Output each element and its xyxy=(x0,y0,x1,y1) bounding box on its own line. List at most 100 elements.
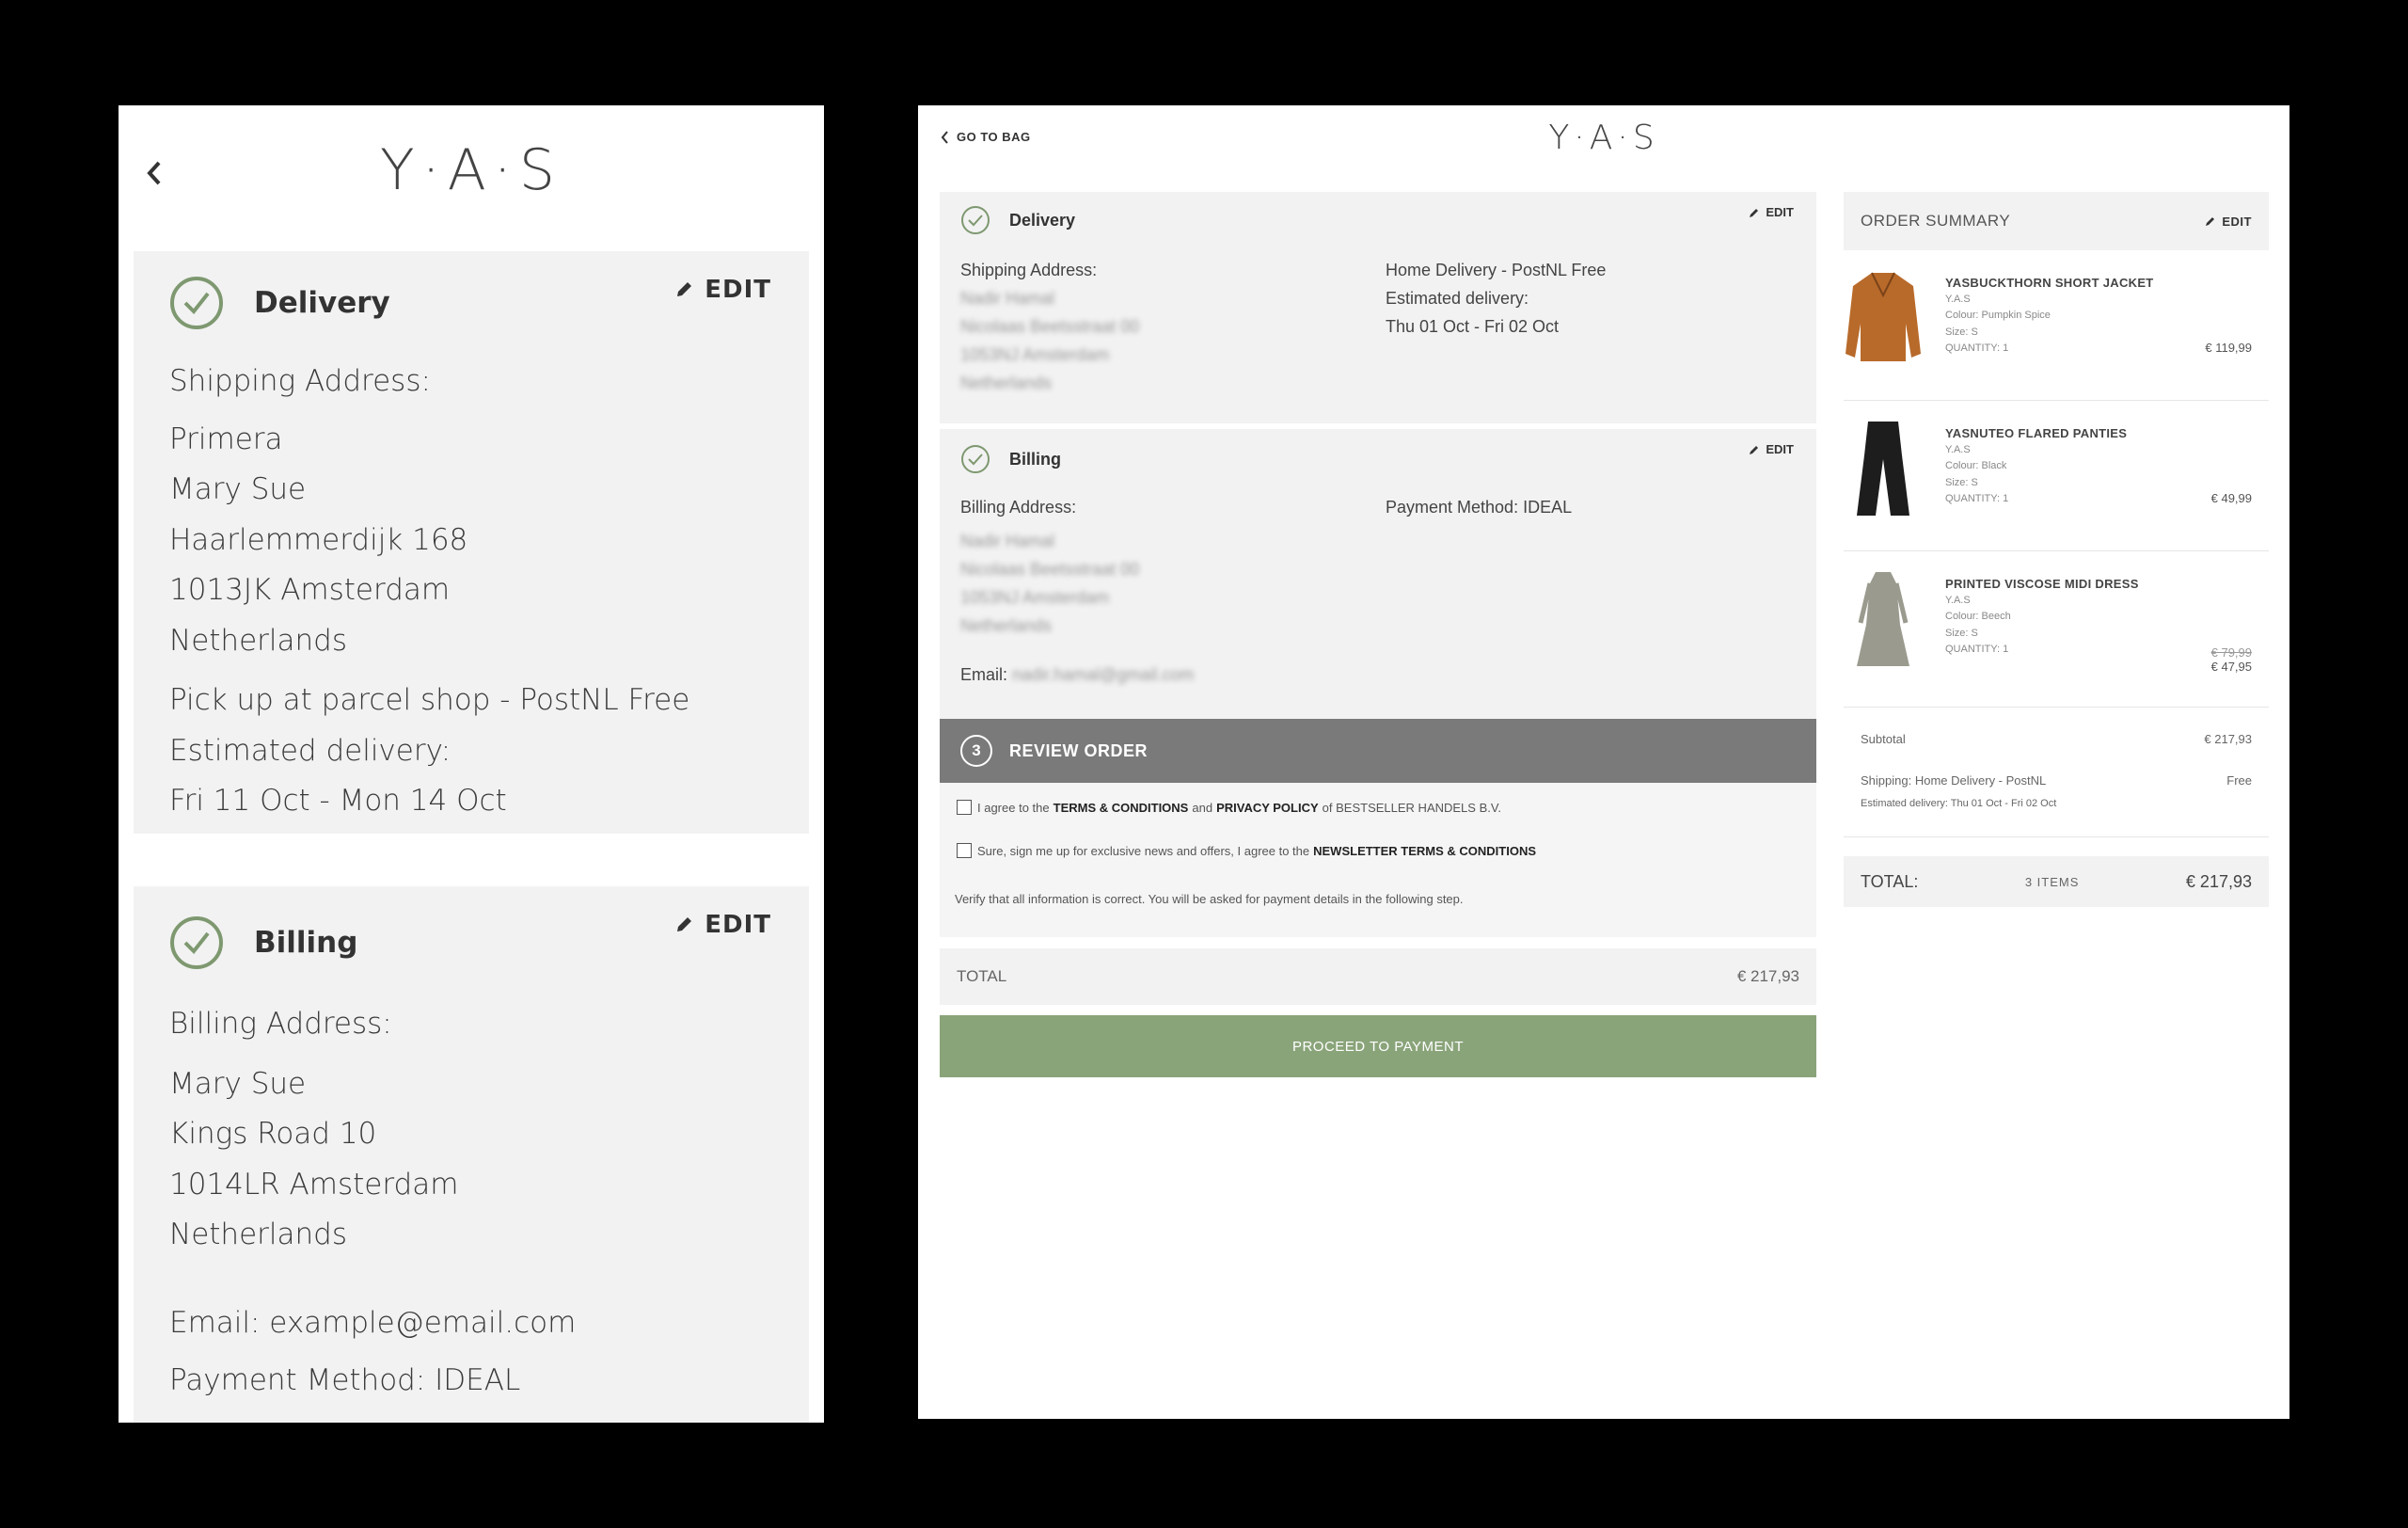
check-circle-icon xyxy=(961,445,990,473)
estimated-delivery-label: Estimated delivery: xyxy=(1386,289,1529,308)
total-value: € 217,93 xyxy=(2185,871,2252,891)
privacy-policy-link[interactable]: PRIVACY POLICY xyxy=(1216,801,1319,815)
order-summary-header: ORDER SUMMARY EDIT xyxy=(1844,192,2269,250)
order-item-info: YASBUCKTHORN SHORT JACKET Y.A.S Colour: … xyxy=(1945,275,2154,358)
order-summary-edit-button[interactable]: EDIT xyxy=(2205,215,2252,229)
billing-address-block: Billing Address: Nadir Hamal Nicolaas Be… xyxy=(960,493,1194,689)
delivery-method: Pick up at parcel shop - PostNL Free xyxy=(169,683,690,717)
order-item: YASBUCKTHORN SHORT JACKET Y.A.S Colour: … xyxy=(1844,250,2269,401)
dress-product-image xyxy=(1857,572,1909,666)
edit-label: EDIT xyxy=(1766,205,1794,219)
item-colour: Colour: Beech xyxy=(1945,611,2011,622)
terms-checkbox[interactable] xyxy=(957,800,972,815)
terms-text: and xyxy=(1192,800,1213,815)
edit-label: EDIT xyxy=(705,276,771,304)
estimated-delivery-dates: Fri 11 Oct - Mon 14 Oct xyxy=(169,784,507,818)
address-line: Netherlands xyxy=(169,1218,347,1251)
shipping-address-block: Shipping Address: Nadir Hamal Nicolaas B… xyxy=(960,256,1139,397)
address-line: Mary Sue xyxy=(169,472,307,506)
delivery-card-header: Delivery EDIT xyxy=(169,251,809,355)
payment-method: Payment Method: IDEAL xyxy=(169,1363,521,1397)
pencil-icon xyxy=(1750,208,1759,217)
step-number: 3 xyxy=(960,735,992,767)
billing-title: Billing xyxy=(254,926,358,960)
shipping-address-label: Shipping Address: xyxy=(169,364,431,398)
address-line: Netherlands xyxy=(960,616,1053,635)
item-price-block: € 79,99 € 47,95 xyxy=(2211,645,2252,674)
brand-logo: Y·A·S xyxy=(1548,119,1659,157)
terms-section: I agree to the TERMS & CONDITIONS and PR… xyxy=(940,783,1816,937)
item-size: Size: S xyxy=(1945,326,1978,338)
item-price: € 119,99 xyxy=(2205,341,2252,355)
billing-title: Billing xyxy=(1009,449,1061,469)
address-line: Haarlemmerdijk 168 xyxy=(169,522,468,557)
billing-edit-button[interactable]: EDIT xyxy=(674,911,771,939)
shipping-address-label: Shipping Address: xyxy=(960,261,1098,279)
terms-link[interactable]: TERMS & CONDITIONS xyxy=(1054,801,1189,815)
billing-card-header: Billing EDIT xyxy=(169,886,809,999)
verify-note: Verify that all information is correct. … xyxy=(955,892,1464,906)
item-quantity: QUANTITY: 1 xyxy=(1945,342,2009,354)
order-total-row: TOTAL: 3 ITEMS € 217,93 xyxy=(1844,856,2269,907)
address-line: Primera xyxy=(169,422,283,456)
desktop-checkout-panel: GO TO BAG Y·A·S Delivery EDIT Shipping A… xyxy=(918,105,2289,1419)
item-price: € 49,99 xyxy=(2210,491,2252,505)
delivery-card-header: Delivery xyxy=(960,205,1075,235)
jacket-product-image xyxy=(1846,272,1921,361)
billing-address-label: Billing Address: xyxy=(960,498,1077,517)
item-brand: Y.A.S xyxy=(1945,293,1971,305)
shipping-row: Shipping: Home Delivery - PostNL Free xyxy=(1861,773,2252,788)
billing-edit-button[interactable]: EDIT xyxy=(1749,442,1794,456)
order-item: PRINTED VISCOSE MIDI DRESS Y.A.S Colour:… xyxy=(1844,551,2269,708)
check-circle-icon xyxy=(170,916,223,969)
address-line: Kings Road 10 xyxy=(169,1117,377,1151)
delivery-title: Delivery xyxy=(1009,210,1076,230)
terms-text: of BESTSELLER HANDELS B.V. xyxy=(1322,800,1501,815)
billing-email: Email: nadir.hamal@gmail.com xyxy=(960,661,1194,689)
total-label: TOTAL xyxy=(957,967,1007,985)
delivery-edit-button[interactable]: EDIT xyxy=(674,276,771,304)
subtotal-value: € 217,93 xyxy=(2204,732,2252,746)
mobile-checkout-panel: Y·A·S Delivery EDIT Shipping Address: Pr… xyxy=(119,105,824,1423)
check-circle-icon xyxy=(961,206,990,234)
estimated-delivery-dates: Thu 01 Oct - Fri 02 Oct xyxy=(1386,317,1560,336)
review-order-header: 3 REVIEW ORDER xyxy=(940,719,1816,783)
item-brand: Y.A.S xyxy=(1945,594,1971,606)
shipping-value: Free xyxy=(2226,773,2252,788)
newsletter-checkbox[interactable] xyxy=(957,843,972,858)
item-name: YASBUCKTHORN SHORT JACKET xyxy=(1945,276,2154,290)
item-size: Size: S xyxy=(1945,476,1978,488)
delivery-card: Delivery EDIT Shipping Address: Primera … xyxy=(134,251,809,834)
delivery-edit-button[interactable]: EDIT xyxy=(1749,205,1794,219)
address-line: Mary Sue xyxy=(169,1066,307,1101)
billing-address-label: Billing Address: xyxy=(169,1007,392,1041)
billing-card-header: Billing xyxy=(960,444,1061,474)
pants-product-image xyxy=(1857,422,1909,516)
address-line: 1014LR Amsterdam xyxy=(169,1167,459,1202)
items-count: 3 ITEMS xyxy=(2024,874,2080,889)
brand-logo: Y·A·S xyxy=(380,137,562,203)
item-quantity: QUANTITY: 1 xyxy=(1945,644,2009,655)
address-line: Nadir Hamal xyxy=(960,289,1055,308)
proceed-to-payment-button[interactable]: PROCEED TO PAYMENT xyxy=(940,1015,1816,1077)
item-brand: Y.A.S xyxy=(1945,443,1971,455)
item-size: Size: S xyxy=(1945,627,1978,639)
pencil-icon xyxy=(1750,445,1759,454)
item-old-price: € 79,99 xyxy=(2210,645,2252,660)
address-line: Netherlands xyxy=(169,623,347,658)
estimated-delivery: Estimated delivery: Thu 01 Oct - Fri 02 … xyxy=(1861,798,2057,809)
pencil-icon xyxy=(2206,217,2215,226)
address-line: Nadir Hamal xyxy=(960,532,1055,550)
edit-label: EDIT xyxy=(2222,214,2252,229)
terms-row: I agree to the TERMS & CONDITIONS and PR… xyxy=(957,800,1501,815)
address-line: Nicolaas Beetsstraat 00 xyxy=(960,560,1140,579)
delivery-title: Delivery xyxy=(254,286,390,320)
item-colour: Colour: Pumpkin Spice xyxy=(1945,310,2051,321)
item-price: € 47,95 xyxy=(2210,660,2252,674)
estimated-delivery-label: Estimated delivery: xyxy=(169,733,452,768)
newsletter-terms-link[interactable]: NEWSLETTER TERMS & CONDITIONS xyxy=(1313,844,1536,858)
newsletter-row: Sure, sign me up for exclusive news and … xyxy=(957,843,1536,858)
order-item-info: PRINTED VISCOSE MIDI DRESS Y.A.S Colour:… xyxy=(1945,576,2139,659)
subtotal-row: Subtotal € 217,93 xyxy=(1861,732,2252,746)
edit-label: EDIT xyxy=(1766,442,1794,456)
